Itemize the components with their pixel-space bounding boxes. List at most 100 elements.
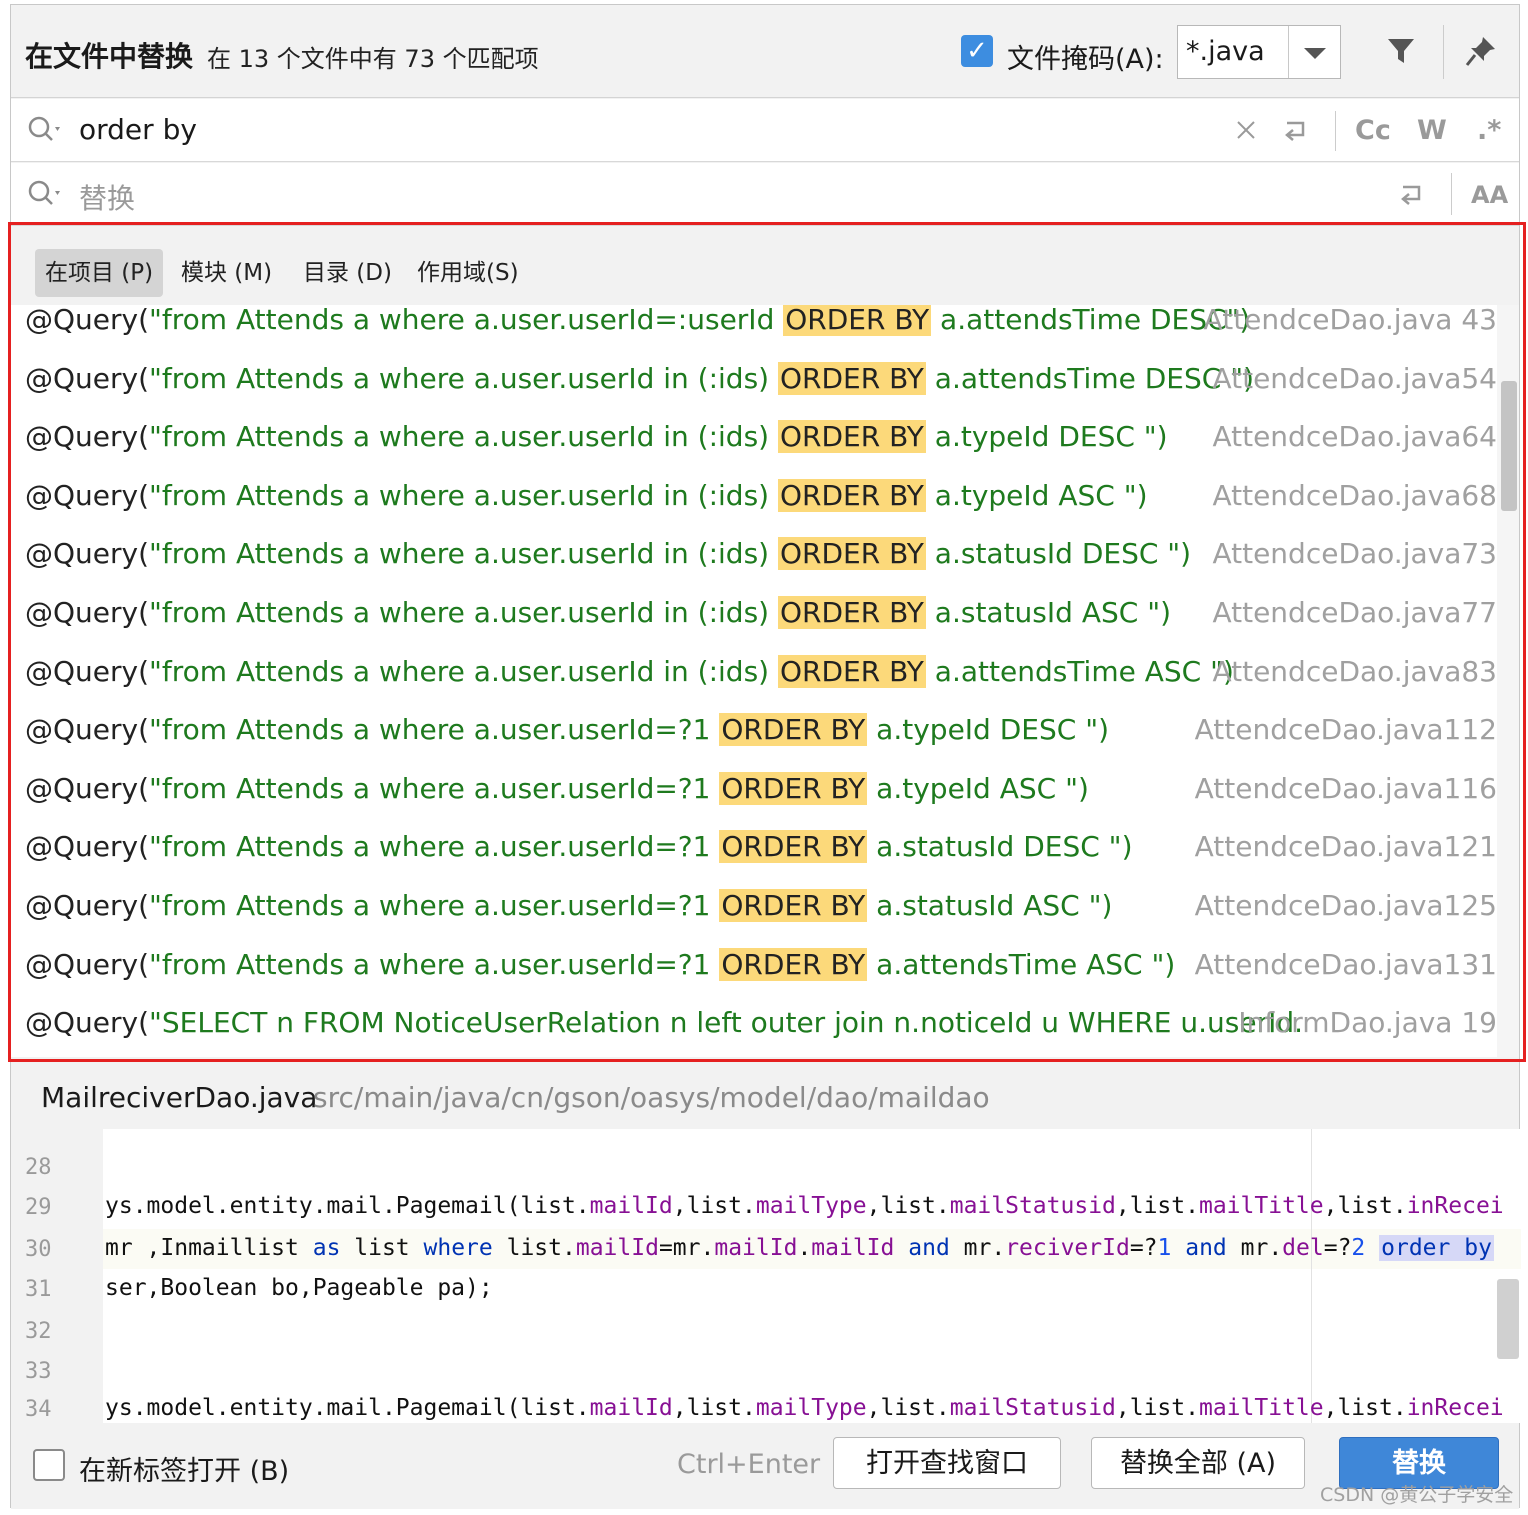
result-row[interactable]: @Query("from Attends a where a.user.user… [11,703,1497,761]
preserve-case-toggle[interactable]: AA [1471,181,1508,209]
annotation-text: @Query( [25,361,150,395]
result-code: @Query("from Attends a where a.user.user… [25,361,1254,395]
result-row[interactable]: @Query("from Attends a where a.user.user… [11,938,1497,996]
match-highlight: ORDER BY [778,420,926,454]
match-count: 在 13 个文件中有 73 个匹配项 [207,45,539,73]
match-highlight: ORDER BY [783,305,932,336]
replace-input[interactable]: 替换 [79,177,135,217]
result-file-location: AttendceDao.java54 [1212,361,1497,395]
annotation-text: @Query( [25,947,150,981]
result-code: @Query("from Attends a where a.user.user… [25,713,1109,747]
pin-icon[interactable] [1463,33,1499,69]
result-code: @Query("from Attends a where a.user.user… [25,420,1168,454]
match-highlight: ORDER BY [778,537,926,571]
editor-scrollbar-thumb[interactable] [1497,1279,1519,1359]
preview-header: MailreciverDao.java src/main/java/cn/gso… [11,1063,1519,1129]
match-highlight: ORDER BY [719,947,868,981]
code-preview[interactable]: 28 29 30 31 32 33 34 ys.model.entity.mai… [11,1129,1521,1423]
open-in-new-tab-checkbox[interactable] [33,1449,65,1481]
replace-all-button[interactable]: 替换全部 (A) [1091,1437,1305,1489]
match-highlight: ORDER BY [778,596,926,629]
search-icon[interactable] [27,115,65,145]
annotation-text: @Query( [25,420,150,454]
dialog-header: 在文件中替换 在 13 个文件中有 73 个匹配项 ✓ 文件掩码(A): *.j… [11,5,1519,98]
result-file-location: AttendceDao.java121 [1194,830,1497,864]
result-code: @Query("from Attends a where a.user.user… [25,596,1171,629]
line-number: 30 [25,1237,52,1262]
result-row[interactable]: @Query("from Attends a where a.user.user… [11,586,1497,644]
code-line: ser,Boolean bo,Pageable pa); [105,1275,493,1301]
line-number: 29 [25,1195,52,1220]
annotation-text: @Query( [25,830,150,864]
result-file-location: AttendceDao.java64 [1212,420,1497,454]
results-scrollbar-thumb[interactable] [1501,381,1517,511]
open-find-window-button[interactable]: 打开查找窗口 [833,1437,1061,1489]
file-mask-checkbox[interactable]: ✓ [961,35,993,67]
line-number: 34 [25,1397,52,1422]
query-text: a.attendsTime ASC ") [925,654,1234,688]
result-row[interactable]: @Query("from Attends a where a.user.user… [11,410,1497,468]
replace-options-separator [1451,173,1452,215]
match-case-toggle[interactable]: Cc [1355,115,1391,146]
tab-module[interactable]: 模块 (M) [171,249,282,297]
result-code: @Query("from Attends a where a.user.user… [25,830,1133,864]
find-options-separator [1335,111,1336,151]
match-highlight: ORDER BY [719,830,868,864]
tab-directory[interactable]: 目录 (D) [293,249,402,297]
chevron-down-icon[interactable] [1288,26,1340,78]
result-file-location: AttendceDao.java112 [1194,713,1497,747]
result-row[interactable]: @Query("from Attends a where a.user.user… [11,527,1497,585]
result-row[interactable]: @Query("from Attends a where a.user.user… [11,352,1497,410]
result-row[interactable]: @Query("from Attends a where a.user.user… [11,645,1497,703]
result-row[interactable]: @Query("from Attends a where a.user.user… [11,820,1497,878]
query-text: a.typeId ASC ") [925,478,1148,512]
find-input[interactable]: order by [79,113,197,146]
line-number: 28 [25,1155,52,1180]
find-row: order by Cc W .* [11,99,1519,162]
tab-scope[interactable]: 作用域(S) [407,249,529,297]
result-file-location: AttendceDao.java125 [1194,889,1497,922]
query-text: a.statusId ASC ") [867,889,1113,922]
filter-icon[interactable] [1385,35,1417,67]
dialog-title: 在文件中替换 [25,40,194,73]
result-row[interactable]: @Query("from Attends a where a.user.user… [11,305,1497,351]
annotation-text: @Query( [25,771,150,805]
result-file-location: AttendceDao.java73 [1212,537,1497,571]
result-code: @Query("from Attends a where a.user.user… [25,889,1112,922]
match-highlight: ORDER BY [778,361,926,395]
new-line-icon[interactable] [1397,181,1427,209]
query-text: "from Attends a where a.user.userId in (… [149,537,778,571]
query-text: a.attendsTime DESC") [931,305,1251,336]
preview-file-path: src/main/java/cn/gson/oasys/model/dao/ma… [313,1081,990,1114]
query-text: "SELECT n FROM NoticeUserRelation n left… [149,1006,1304,1040]
line-number: 31 [25,1277,52,1302]
query-text: a.typeId ASC ") [867,771,1089,805]
query-text: "from Attends a where a.user.userId=?1 [149,771,720,805]
regex-toggle[interactable]: .* [1477,115,1501,146]
file-mask-combo[interactable]: *.java [1177,25,1341,79]
query-text: "from Attends a where a.user.userId in (… [149,478,778,512]
result-file-location: AttendceDao.java116 [1194,771,1497,805]
query-text: "from Attends a where a.user.userId in (… [149,654,778,688]
whole-words-toggle[interactable]: W [1417,115,1447,146]
dialog-footer: 在新标签打开 (B) Ctrl+Enter 打开查找窗口 替换全部 (A) 替换 [11,1423,1519,1509]
watermark: CSDN @黄公子学安全 [1320,1484,1514,1506]
open-in-new-tab-label[interactable]: 在新标签打开 (B) [79,1449,289,1488]
result-row[interactable]: @Query("from Attends a where a.user.user… [11,879,1497,937]
result-file-location: AttendceDao.java77 [1212,596,1497,629]
new-line-icon[interactable] [1281,117,1311,145]
code-line: ys.model.entity.mail.Pagemail(list.mailI… [105,1193,1504,1219]
code-line: ys.model.entity.mail.Pagemail(list.mailI… [105,1395,1504,1421]
search-icon[interactable] [27,179,65,209]
result-row[interactable]: @Query("from Attends a where a.user.user… [11,762,1497,820]
result-row[interactable]: @Query("from Attends a where a.user.user… [11,469,1497,527]
query-text: "from Attends a where a.user.userId in (… [149,596,778,629]
result-code: @Query("from Attends a where a.user.user… [25,537,1191,571]
match-highlight: ORDER BY [719,771,868,805]
query-text: "from Attends a where a.user.userId=?1 [149,713,720,747]
tab-project[interactable]: 在项目 (P) [35,249,164,297]
clear-icon[interactable] [1235,119,1257,141]
query-text: "from Attends a where a.user.userId=?1 [149,889,720,922]
result-row[interactable]: @Query("SELECT n FROM NoticeUserRelation… [11,996,1497,1054]
annotation-text: @Query( [25,596,150,629]
